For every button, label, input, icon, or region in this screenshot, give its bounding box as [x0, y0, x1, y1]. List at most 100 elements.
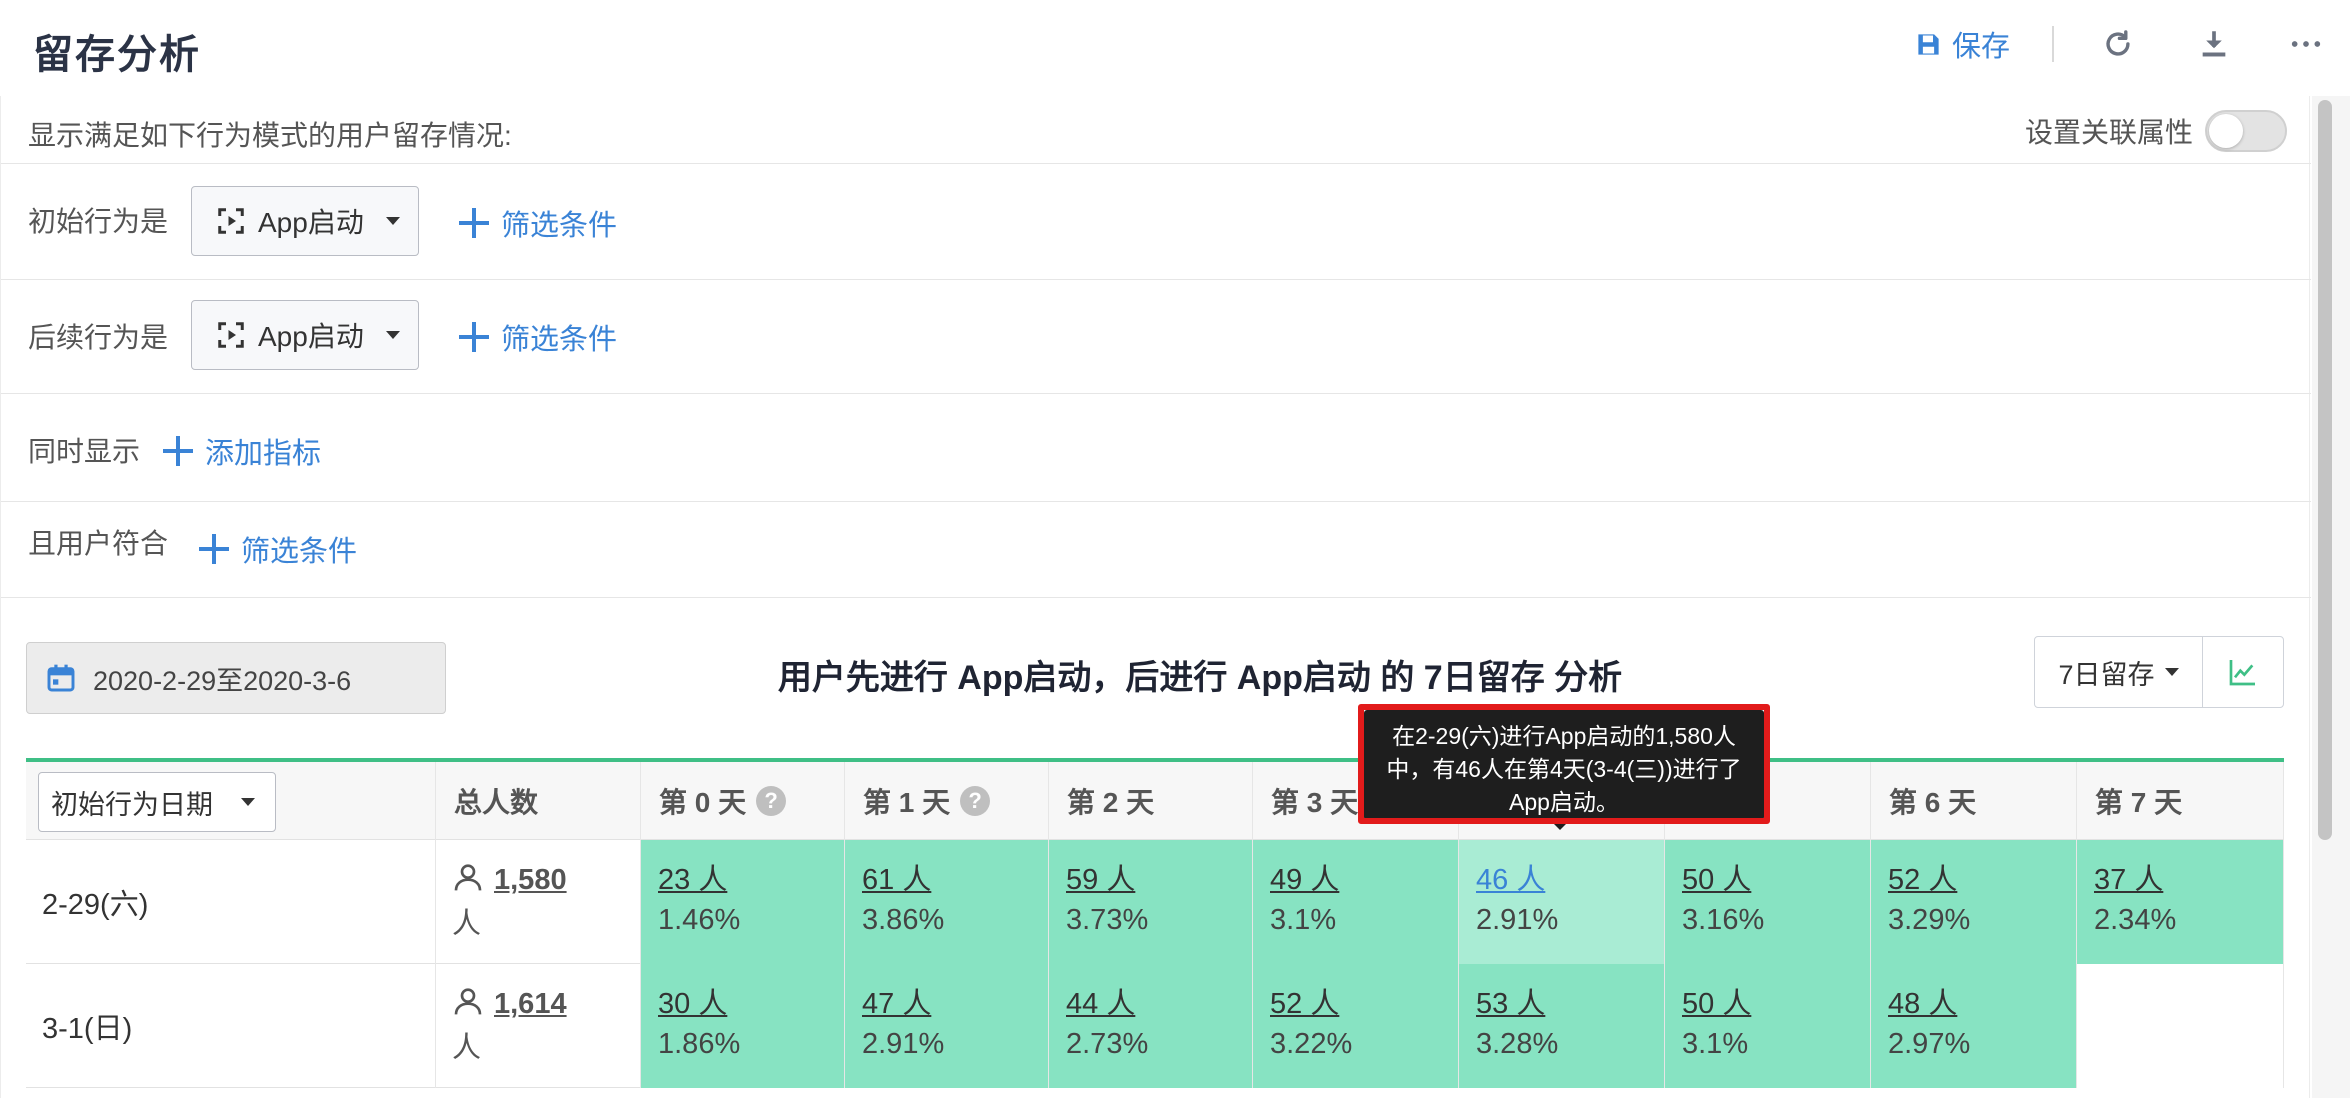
- retention-count-link[interactable]: 44 人: [1066, 984, 1252, 1024]
- retention-percent: 3.1%: [1270, 904, 1337, 936]
- total-unit: 人: [452, 908, 482, 940]
- retention-percent: 2.91%: [1476, 904, 1559, 936]
- initial-add-filter-link[interactable]: 筛选条件: [459, 202, 617, 244]
- add-metric-label: 添加指标: [205, 438, 322, 470]
- retention-count-link[interactable]: 52 人: [1270, 984, 1458, 1024]
- header-date-cell: 初始行为日期: [26, 762, 436, 840]
- retention-percent: 2.91%: [862, 1028, 945, 1060]
- period-controls: 7日留存: [2034, 636, 2284, 708]
- refresh-icon[interactable]: [2098, 24, 2138, 64]
- retention-cell-hovered: 46 人 2.91%: [1459, 840, 1665, 964]
- event-icon: [218, 322, 244, 348]
- retention-count-link[interactable]: 50 人: [1682, 984, 1870, 1024]
- followup-event-value: App启动: [258, 321, 364, 352]
- retention-count-link[interactable]: 61 人: [862, 860, 1048, 900]
- add-filter-label: 筛选条件: [241, 536, 358, 568]
- add-filter-label: 筛选条件: [501, 210, 618, 242]
- followup-event-select[interactable]: App启动: [191, 300, 419, 370]
- retention-cell: 30 人 1.86%: [641, 964, 845, 1088]
- total-count-link[interactable]: 1,580: [494, 864, 567, 896]
- chevron-down-icon: [385, 217, 400, 225]
- related-attribute-setting: 设置关联属性: [2025, 110, 2287, 152]
- retention-count-link[interactable]: 46 人: [1476, 860, 1664, 900]
- retention-cell: 37 人 2.34%: [2077, 840, 2284, 964]
- total-count-link[interactable]: 1,614: [494, 988, 567, 1020]
- user-add-filter-link[interactable]: 筛选条件: [199, 528, 357, 570]
- page-title: 留存分析: [33, 33, 201, 77]
- help-icon[interactable]: ?: [960, 786, 991, 816]
- retention-cell: 49 人 3.1%: [1253, 840, 1459, 964]
- retention-percent: 3.16%: [1682, 904, 1765, 936]
- retention-count-link[interactable]: 52 人: [1888, 860, 2076, 900]
- date-range-picker[interactable]: 2020-2-29至2020-3-6: [26, 642, 446, 714]
- add-metric-link[interactable]: 添加指标: [163, 430, 321, 472]
- header-day-2: 第 2 天: [1049, 762, 1253, 840]
- download-icon[interactable]: [2194, 24, 2234, 64]
- line-chart-icon: [2229, 660, 2255, 686]
- retention-percent: 3.86%: [862, 904, 945, 936]
- related-attribute-toggle[interactable]: [2205, 110, 2287, 152]
- initial-event-select[interactable]: App启动: [191, 186, 419, 256]
- initial-event-value: App启动: [258, 207, 364, 238]
- header-total: 总人数: [436, 762, 641, 840]
- user-icon: [454, 988, 482, 1015]
- plus-icon: [459, 208, 489, 238]
- retention-count-link[interactable]: 48 人: [1888, 984, 2076, 1024]
- save-label: 保存: [1952, 31, 2011, 63]
- retention-percent: 3.29%: [1888, 904, 1971, 936]
- table-header-row: 初始行为日期 总人数 第 0 天? 第 1 天? 第 2 天 第 3 天 第 4…: [26, 762, 2284, 840]
- retention-period-select[interactable]: 7日留存: [2035, 637, 2203, 707]
- toggle-knob: [2209, 114, 2243, 148]
- retention-percent: 2.97%: [1888, 1028, 1971, 1060]
- retention-cell: 48 人 2.97%: [1871, 964, 2077, 1088]
- retention-cell: 61 人 3.86%: [845, 840, 1049, 964]
- retention-count-link[interactable]: 23 人: [658, 860, 844, 900]
- retention-cell: 59 人 3.73%: [1049, 840, 1253, 964]
- description-row: 显示满足如下行为模式的用户留存情况: 设置关联属性: [1, 96, 2311, 164]
- tooltip-arrow: [1550, 820, 1570, 830]
- followup-event-row: 后续行为是 App启动 筛选条件: [1, 280, 2311, 394]
- initial-event-row: 初始行为是 App启动 筛选条件: [1, 164, 2311, 280]
- retention-count-link[interactable]: 50 人: [1682, 860, 1870, 900]
- description-text: 显示满足如下行为模式的用户留存情况:: [28, 120, 512, 151]
- header-day-0-label: 第 0 天: [659, 787, 747, 818]
- initial-date-select[interactable]: 初始行为日期: [38, 772, 276, 832]
- line-chart-toggle[interactable]: [2203, 637, 2283, 707]
- table-row: 3-1(日) 1,614 人 30 人 1.86% 47 人 2.91% 44 人 2.…: [26, 964, 2284, 1088]
- retention-cell: 53 人 3.28%: [1459, 964, 1665, 1088]
- row-total: 1,580 人: [436, 840, 641, 964]
- user-match-row: 且用户符合 筛选条件: [1, 502, 2311, 598]
- initial-date-select-label: 初始行为日期: [51, 789, 213, 820]
- analysis-title: 用户先进行 App启动，后进行 App启动 的 7日留存 分析: [777, 659, 1623, 697]
- calendar-icon: [47, 664, 75, 692]
- plus-icon: [459, 322, 489, 352]
- more-icon[interactable]: [2286, 24, 2326, 64]
- retention-cell: 50 人 3.1%: [1665, 964, 1871, 1088]
- row-total: 1,614 人: [436, 964, 641, 1088]
- retention-count-link[interactable]: 59 人: [1066, 860, 1252, 900]
- chevron-down-icon: [385, 331, 400, 339]
- scrollbar-thumb[interactable]: [2318, 100, 2332, 840]
- header-day-7: 第 7 天: [2077, 762, 2284, 840]
- retention-percent: 2.73%: [1066, 1028, 1149, 1060]
- retention-cell: 50 人 3.16%: [1665, 840, 1871, 964]
- retention-percent: 1.46%: [658, 904, 741, 936]
- retention-percent: 3.73%: [1066, 904, 1149, 936]
- retention-count-link[interactable]: 47 人: [862, 984, 1048, 1024]
- retention-count-link[interactable]: 30 人: [658, 984, 844, 1024]
- followup-add-filter-link[interactable]: 筛选条件: [459, 316, 617, 358]
- retention-count-link[interactable]: 53 人: [1476, 984, 1664, 1024]
- retention-count-link[interactable]: 37 人: [2094, 860, 2283, 900]
- user-icon: [454, 864, 482, 891]
- header-day-6: 第 6 天: [1871, 762, 2077, 840]
- retention-cell: 52 人 3.29%: [1871, 840, 2077, 964]
- help-icon[interactable]: ?: [756, 786, 787, 816]
- retention-count-link[interactable]: 49 人: [1270, 860, 1458, 900]
- chevron-down-icon: [2164, 668, 2179, 676]
- toggle-label: 设置关联属性: [2024, 117, 2193, 148]
- user-match-label: 且用户符合: [28, 528, 169, 559]
- retention-percent: 2.34%: [2094, 904, 2177, 936]
- plus-icon: [163, 436, 193, 466]
- save-button[interactable]: 保存: [1915, 22, 2010, 66]
- save-icon: [1918, 33, 1939, 55]
